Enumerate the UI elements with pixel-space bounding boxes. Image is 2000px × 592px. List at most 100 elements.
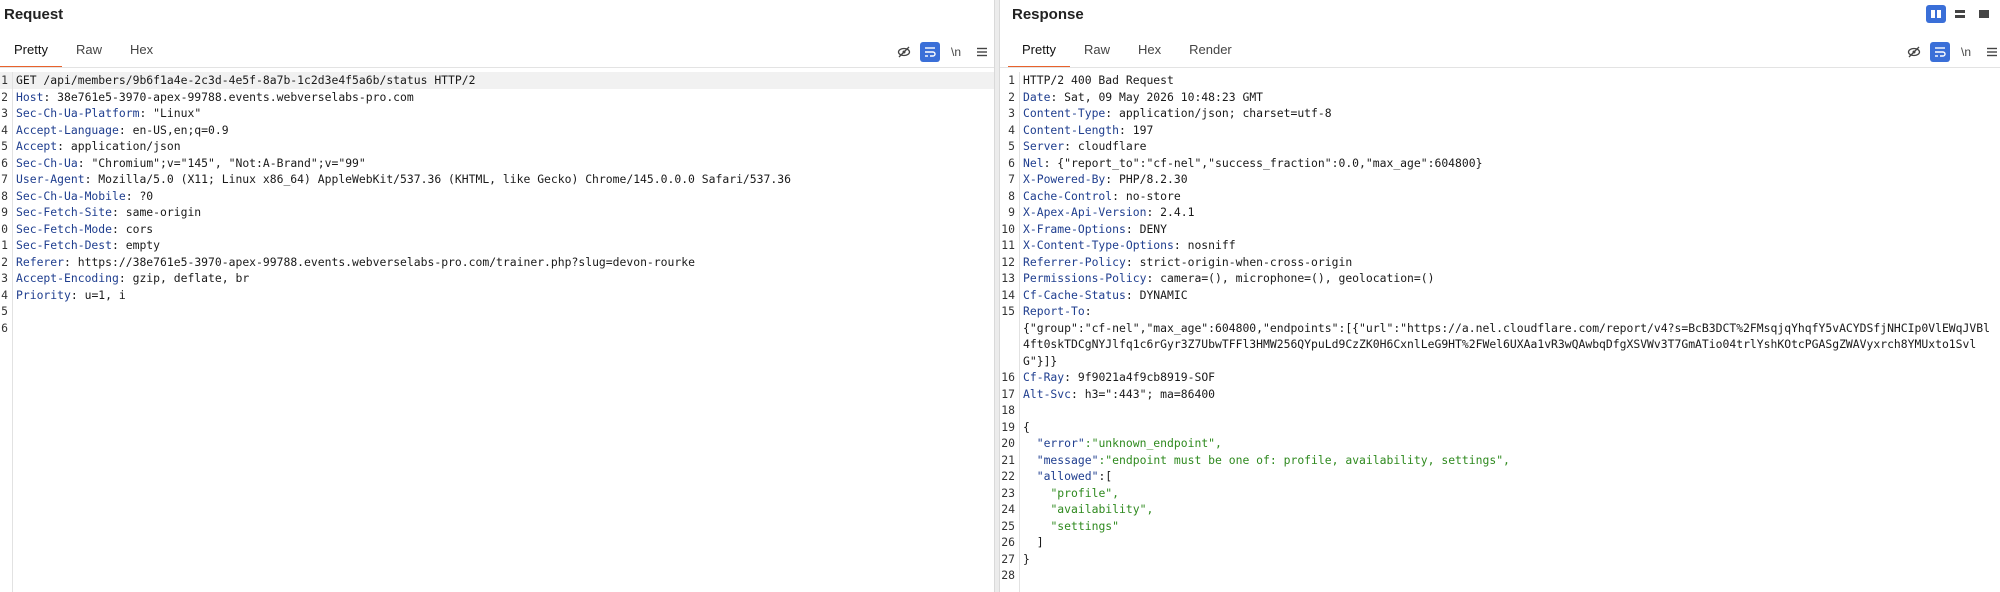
menu-icon[interactable] (1982, 42, 2000, 62)
line-content: Referrer-Policy: strict-origin-when-cros… (1023, 254, 1353, 269)
header-key: "error" (1023, 436, 1085, 450)
header-value: en-US,en;q=0.9 (125, 122, 229, 137)
header-value: cloudflare (1071, 139, 1147, 153)
request-editor[interactable]: 1 GET /api/members/9b6f1a4e-2c3d-4e5f-8a7… (0, 72, 994, 592)
line-content: "availability", (1023, 501, 1995, 518)
header-key: Sec-Ch-Ua-Platform (16, 106, 140, 120)
newline-icon[interactable]: \n (946, 42, 966, 62)
line-number: 12 (1001, 254, 1015, 269)
wrap-icon[interactable] (1930, 42, 1950, 62)
wrap-icon[interactable] (920, 42, 940, 62)
line-number: 6 (1, 155, 8, 170)
header-key: Cf-Ray (1023, 370, 1065, 384)
header-value: "Chromium";v="145", "Not:A-Brand";v="99" (84, 155, 366, 170)
code-line: 20 "error":"unknown_endpoint", (1000, 435, 2000, 452)
line-content: Cf-Ray: 9f9021a4f9cb8919-SOF (1023, 370, 1216, 384)
line-content: Content-Length: 197 (1023, 122, 1154, 137)
header-value: gzip, deflate, br (125, 271, 250, 285)
line-content: HTTP/2 400 Bad Request (1023, 72, 1995, 89)
line-content: Referer: https://38e761e5-3970-apex-9978… (16, 254, 695, 269)
code-line: 1 HTTP/2 400 Bad Request (1000, 72, 2000, 89)
line-content (1023, 402, 1995, 419)
request-tab-hex[interactable]: Hex (116, 38, 167, 68)
header-value: Mozilla/5.0 (X11; Linux x86_64) AppleWeb… (91, 172, 791, 186)
line-number: 3 (1, 271, 8, 285)
header-value: GET /api/members/9b6f1a4e-2c3d-4e5f-8a7b… (16, 73, 476, 87)
header-value: application/json (64, 139, 181, 153)
line-number: 24 (1001, 502, 1015, 516)
header-key: Alt-Svc (1023, 386, 1072, 401)
line-number: 1 (1, 238, 8, 252)
code-line: 14 Cf-Cache-Status: DYNAMIC (1000, 287, 2000, 304)
line-content: X-Content-Type-Options: nosniff (1023, 238, 1236, 252)
code-line: 3 Accept-Encoding: gzip, deflate, br (0, 270, 994, 287)
line-number: 13 (1001, 271, 1015, 285)
line-number: 3 (1008, 106, 1015, 120)
line-content: Date: Sat, 09 May 2026 10:48:23 GMT (1023, 89, 1264, 104)
line-content: } (1023, 551, 1995, 568)
header-key: Permissions-Policy (1023, 271, 1147, 285)
code-line: 5 Accept: application/json (0, 138, 994, 155)
line-content: GET /api/members/9b6f1a4e-2c3d-4e5f-8a7b… (16, 72, 475, 89)
header-value: 197 (1125, 122, 1154, 137)
header-value: 38e761e5-3970-apex-99788.events.webverse… (50, 89, 414, 104)
response-tab-render[interactable]: Render (1175, 38, 1246, 68)
response-title: Response (1012, 6, 1084, 23)
side-by-side-icon[interactable] (1926, 5, 1946, 23)
header-key: Cache-Control (1023, 188, 1113, 203)
header-value: https://38e761e5-3970-apex-99788.events.… (70, 254, 695, 269)
line-number: 28 (1001, 568, 1015, 582)
line-content: Report-To: {"group":"cf-nel","max_age":6… (1023, 304, 1990, 368)
line-content: Sec-Fetch-Mode: cors (16, 221, 154, 236)
response-tabs: Pretty Raw Hex Render (1008, 38, 1246, 68)
line-number: 4 (1, 287, 8, 302)
header-key: X-Content-Type-Options (1023, 238, 1174, 252)
line-number: 14 (1001, 287, 1015, 302)
header-value: :"unknown_endpoint", (1084, 436, 1222, 450)
line-number: 15 (1001, 304, 1015, 318)
line-content: Accept-Language: en-US,en;q=0.9 (16, 122, 229, 137)
single-pane-icon[interactable] (1974, 5, 1994, 23)
code-line: 18 (1000, 402, 2000, 419)
header-value: PHP/8.2.30 (1112, 172, 1188, 186)
header-value: cors (118, 221, 154, 236)
line-number: 25 (1001, 518, 1015, 533)
code-line: 16 Cf-Ray: 9f9021a4f9cb8919-SOF (1000, 369, 2000, 386)
newline-icon[interactable]: \n (1956, 42, 1976, 62)
line-content: "allowed":[ (1023, 468, 1995, 485)
header-value: "settings" (1023, 518, 1120, 533)
hide-icon[interactable] (1904, 42, 1924, 62)
stacked-icon[interactable] (1950, 5, 1970, 23)
line-number: 22 (1001, 469, 1015, 483)
line-content: Priority: u=1, i (16, 287, 126, 302)
response-tab-raw[interactable]: Raw (1070, 38, 1124, 68)
header-value: empty (118, 238, 161, 252)
header-value: 9f9021a4f9cb8919-SOF (1071, 370, 1216, 384)
header-value: Sat, 09 May 2026 10:48:23 GMT (1057, 89, 1264, 104)
menu-icon[interactable] (972, 42, 992, 62)
response-editor[interactable]: 1 HTTP/2 400 Bad Request 2 Date: Sat, 09 Ma… (1000, 72, 2000, 592)
response-tab-hex[interactable]: Hex (1124, 38, 1175, 68)
request-tab-raw[interactable]: Raw (62, 38, 116, 68)
code-line: 23 "profile", (1000, 485, 2000, 502)
response-tab-pretty[interactable]: Pretty (1008, 38, 1070, 68)
header-value: :[ (1098, 469, 1113, 483)
header-key: Referer (16, 254, 65, 269)
header-key: Report-To (1023, 304, 1085, 318)
line-number: 20 (1001, 436, 1015, 450)
request-tabs: Pretty Raw Hex (0, 38, 167, 68)
header-key: Date (1023, 89, 1051, 104)
code-line: 6 (0, 320, 994, 337)
line-content: Cf-Cache-Status: DYNAMIC (1023, 287, 1188, 302)
header-key: Referrer-Policy (1023, 254, 1126, 269)
line-content: "error":"unknown_endpoint", (1023, 435, 1995, 452)
code-line: 9 X-Apex-Api-Version: 2.4.1 (1000, 204, 2000, 221)
header-key: X-Apex-Api-Version (1023, 205, 1147, 219)
code-line: 11 X-Content-Type-Options: nosniff (1000, 237, 2000, 254)
request-tab-pretty[interactable]: Pretty (0, 38, 62, 68)
code-line: 9 Sec-Fetch-Site: same-origin (0, 204, 994, 221)
line-number: 17 (1001, 386, 1015, 401)
hide-icon[interactable] (894, 42, 914, 62)
header-key: Sec-Ch-Ua-Mobile (16, 188, 126, 203)
code-line: 2 Date: Sat, 09 May 2026 10:48:23 GMT (1000, 89, 2000, 106)
